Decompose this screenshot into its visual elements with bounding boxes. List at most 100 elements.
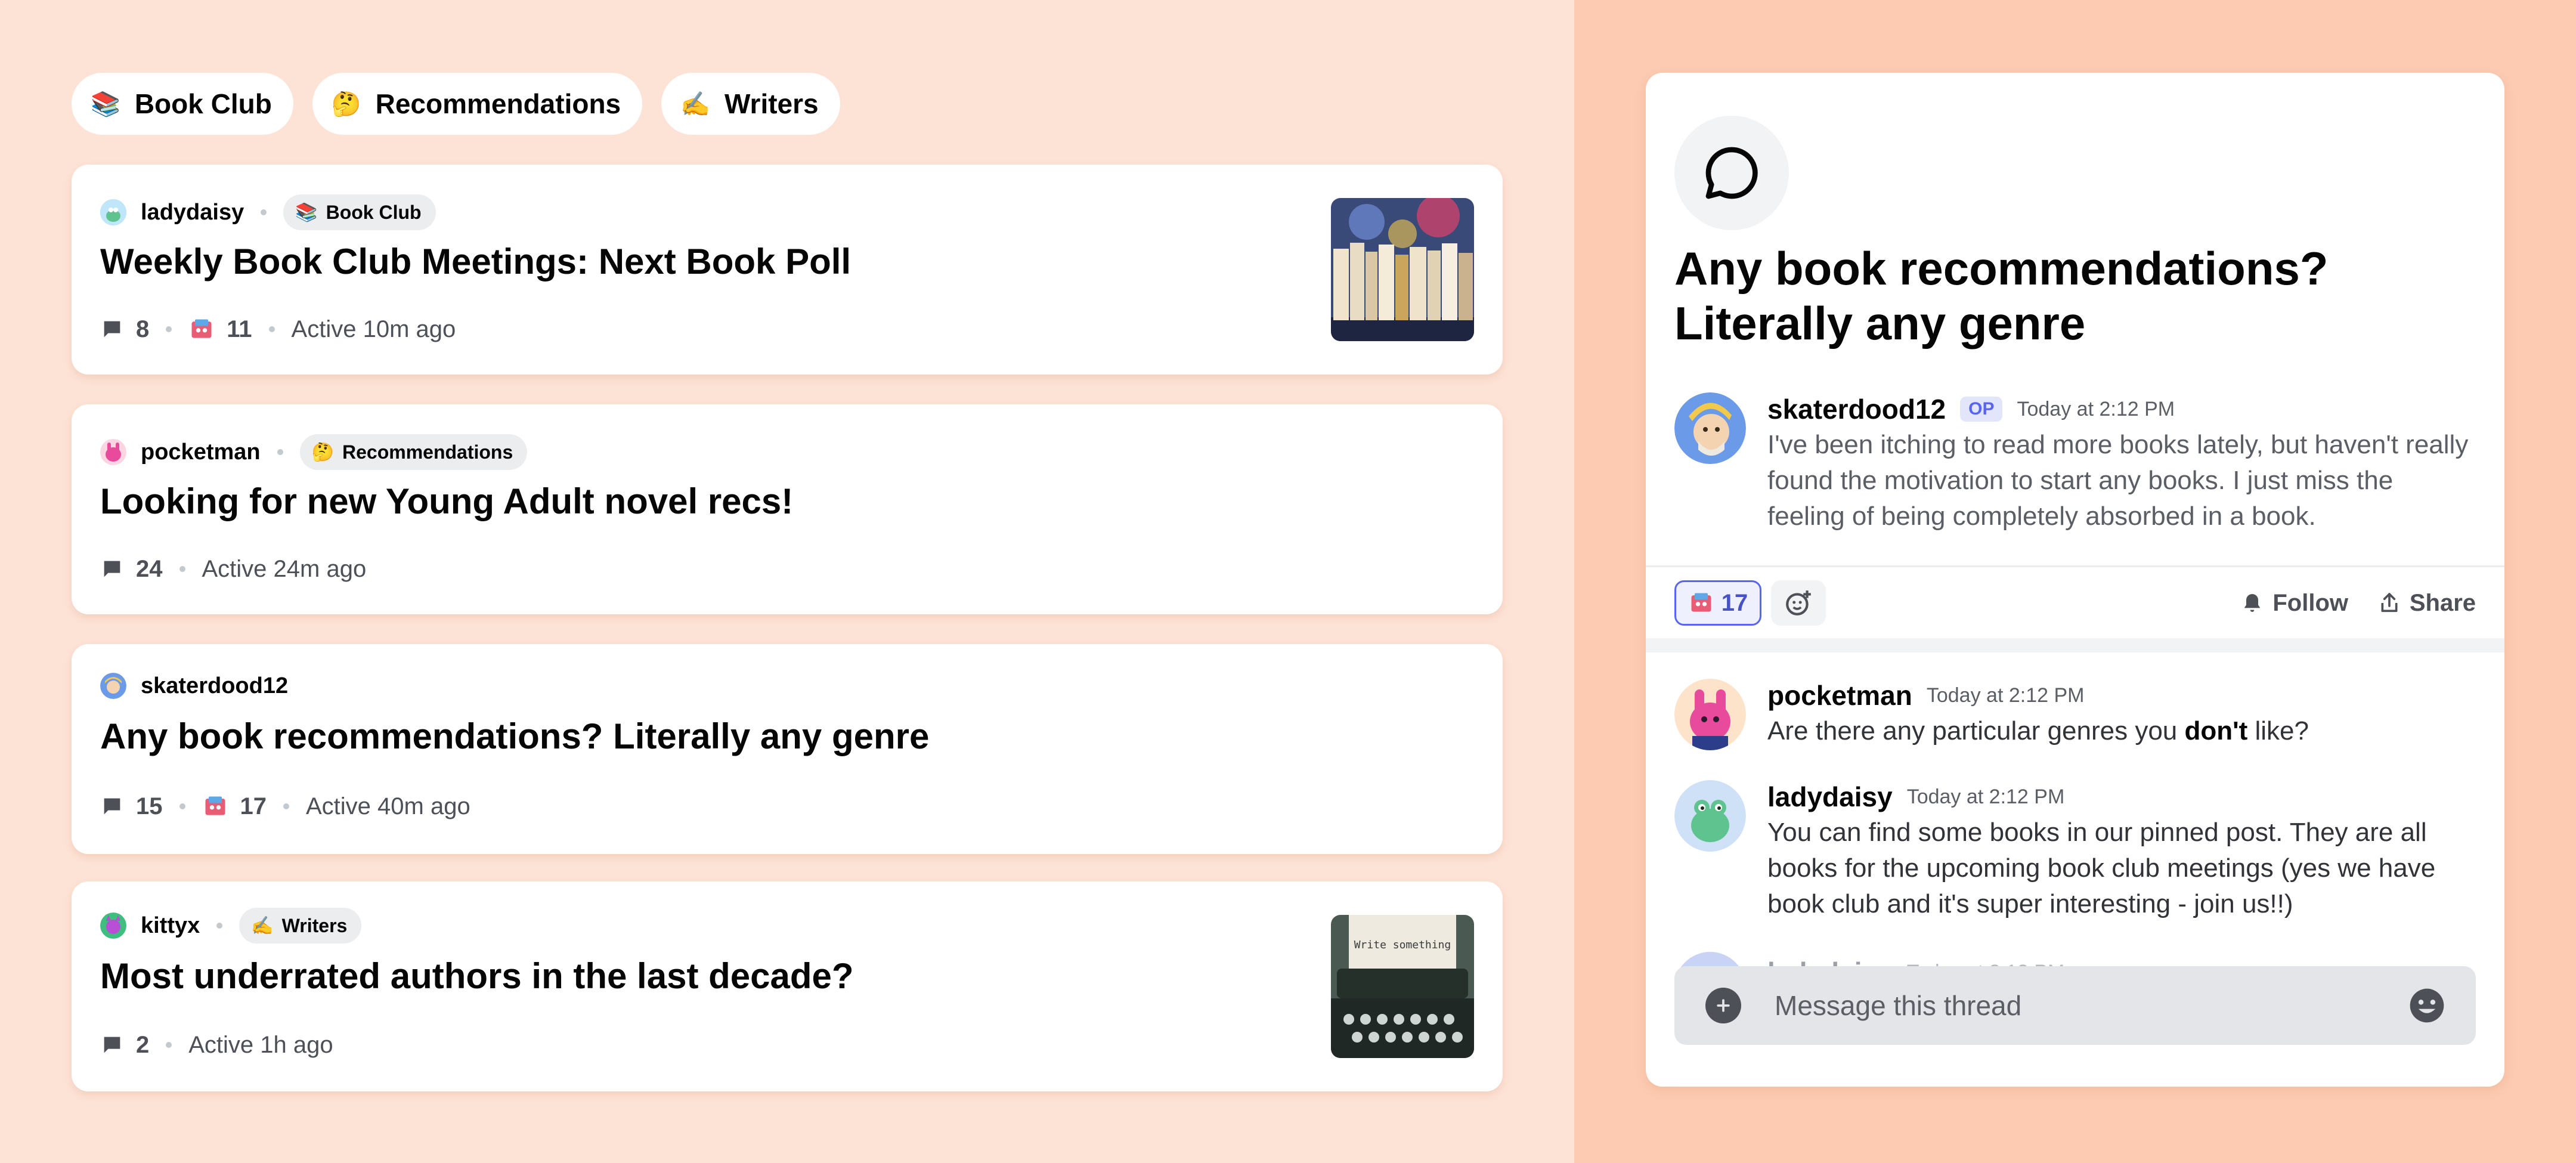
tag-filter-bar: 📚 Book Club 🤔 Recommendations ✍️ Writers [72, 73, 840, 135]
post-meta: skaterdood12 [100, 668, 288, 704]
separator-dot [261, 209, 267, 215]
post-author[interactable]: pocketman [141, 440, 261, 465]
separator-dot [283, 803, 289, 809]
add-reaction-button[interactable] [1771, 580, 1826, 626]
divider [1646, 638, 2504, 652]
attach-button[interactable] [1705, 988, 1741, 1023]
reply-message: pocketman Today at 2:12 PM Are there any… [1674, 679, 2473, 762]
message-body: Are there any particular genres you don'… [1767, 713, 2471, 749]
writing-hand-emoji-icon: ✍️ [680, 90, 710, 118]
message-input[interactable] [1775, 966, 2371, 1045]
emoji-picker-button[interactable] [2407, 985, 2447, 1026]
message-timestamp: Today at 2:12 PM [2017, 397, 2175, 420]
reaction-count-value: 11 [227, 316, 252, 342]
chat-bubble-icon [1705, 147, 1758, 199]
books-emoji-icon: 📚 [91, 90, 120, 118]
share-button[interactable]: Share [2377, 580, 2476, 626]
message-header: pocketman Today at 2:12 PM [1767, 679, 2084, 712]
comment-icon [104, 798, 120, 815]
comment-count: 2 [100, 1032, 149, 1059]
thinking-emoji-icon: 🤔 [331, 90, 361, 118]
message-text-bold: don't [2184, 716, 2248, 746]
post-tag[interactable]: 📚 Book Club [283, 194, 436, 230]
comment-icon [104, 321, 120, 338]
comment-icon [104, 1037, 120, 1053]
avatar[interactable] [1674, 679, 1746, 750]
separator-dot [179, 566, 185, 572]
post-meta: ladydaisy 📚 Book Club [100, 194, 436, 230]
post-tag-label: Writers [281, 914, 348, 936]
comment-count: 15 [100, 793, 163, 820]
post-card-book-recommendations[interactable]: skaterdood12 Any book recommendations? L… [72, 644, 1503, 854]
activity-timestamp: Active 24m ago [202, 555, 367, 582]
post-stats: 15 17 Active 40m ago [100, 790, 470, 823]
message-composer [1674, 966, 2476, 1045]
post-author[interactable]: skaterdood12 [141, 673, 288, 699]
separator-dot [268, 326, 275, 332]
avatar [100, 199, 126, 225]
post-tag-label: Recommendations [342, 441, 513, 463]
activity-timestamp: Active 10m ago [291, 316, 456, 342]
thread-panel: Any book recommendations? Literally any … [1646, 73, 2504, 1087]
tag-filter-label: Writers [724, 88, 819, 119]
post-thumbnail-books[interactable] [1331, 198, 1474, 341]
follow-button[interactable]: Follow [2240, 580, 2348, 626]
reply-message: ladydaisy Today at 2:12 PM You can find … [1674, 780, 2473, 935]
post-author[interactable]: kittyx [141, 913, 200, 939]
avatar [100, 673, 126, 699]
post-title[interactable]: Most underrated authors in the last deca… [100, 955, 854, 997]
message-header: skaterdood12 OP Today at 2:12 PM [1767, 392, 2175, 426]
writing-hand-emoji-icon: ✍️ [251, 915, 274, 936]
message-body: I've been itching to read more books lat… [1767, 430, 2469, 531]
tag-filter-writers[interactable]: ✍️ Writers [661, 73, 840, 135]
separator-dot [166, 1042, 172, 1048]
tag-filter-label: Recommendations [375, 88, 621, 119]
post-thumbnail-typewriter[interactable]: Write something [1331, 915, 1474, 1058]
post-author[interactable]: ladydaisy [141, 200, 244, 225]
bell-icon [2244, 594, 2261, 612]
smiley-icon [2410, 988, 2444, 1023]
comment-count-value: 8 [136, 316, 150, 342]
tag-filter-book-club[interactable]: 📚 Book Club [72, 73, 293, 135]
original-post-message: skaterdood12 OP Today at 2:12 PM I've be… [1674, 392, 2473, 548]
message-timestamp: Today at 2:12 PM [1926, 683, 2085, 707]
separator-dot [179, 803, 185, 809]
post-card-underrated-authors[interactable]: kittyx ✍️ Writers Most underrated author… [72, 881, 1503, 1091]
post-tag[interactable]: ✍️ Writers [239, 908, 362, 944]
message-author[interactable]: pocketman [1767, 679, 1912, 712]
message-author[interactable]: skaterdood12 [1767, 393, 1946, 425]
thread-action-bar: 17 Follow Share [1646, 565, 2504, 642]
post-stats: 24 Active 24m ago [100, 552, 366, 586]
comment-count-value: 24 [136, 555, 163, 582]
comment-count: 24 [100, 556, 163, 583]
typewriter-paper-text: Write something [1354, 939, 1451, 951]
post-tag[interactable]: 🤔 Recommendations [299, 434, 528, 470]
message-timestamp: Today at 2:12 PM [1906, 785, 2065, 808]
post-card-young-adult-recs[interactable]: pocketman 🤔 Recommendations Looking for … [72, 404, 1503, 614]
thread-icon-container [1674, 116, 1789, 230]
post-title[interactable]: Looking for new Young Adult novel recs! [100, 481, 793, 522]
share-icon [2381, 593, 2398, 613]
share-label: Share [2409, 589, 2476, 616]
post-stats: 2 Active 1h ago [100, 1028, 333, 1062]
message-text: Are there any particular genres you [1767, 716, 2185, 746]
separator-dot [277, 449, 283, 455]
comment-count-value: 15 [136, 793, 163, 819]
avatar[interactable] [1674, 780, 1746, 852]
reaction-count-value: 17 [240, 793, 267, 819]
book-reaction-icon [205, 796, 225, 815]
message-author[interactable]: ladydaisy [1767, 781, 1893, 813]
post-meta: pocketman 🤔 Recommendations [100, 434, 528, 470]
post-meta: kittyx ✍️ Writers [100, 908, 362, 944]
message-header: ladydaisy Today at 2:12 PM [1767, 780, 2064, 814]
message-text: like? [2247, 716, 2309, 746]
post-title[interactable]: Any book recommendations? Literally any … [100, 716, 929, 757]
post-title[interactable]: Weekly Book Club Meetings: Next Book Pol… [100, 241, 851, 282]
plus-icon [1717, 999, 1730, 1012]
post-card-book-club-meetings[interactable]: ladydaisy 📚 Book Club Weekly Book Club M… [72, 165, 1503, 375]
comment-icon [104, 561, 120, 577]
reaction-chip[interactable]: 17 [1674, 580, 1761, 626]
avatar[interactable] [1674, 392, 1746, 464]
avatar [100, 439, 126, 465]
tag-filter-recommendations[interactable]: 🤔 Recommendations [312, 73, 643, 135]
